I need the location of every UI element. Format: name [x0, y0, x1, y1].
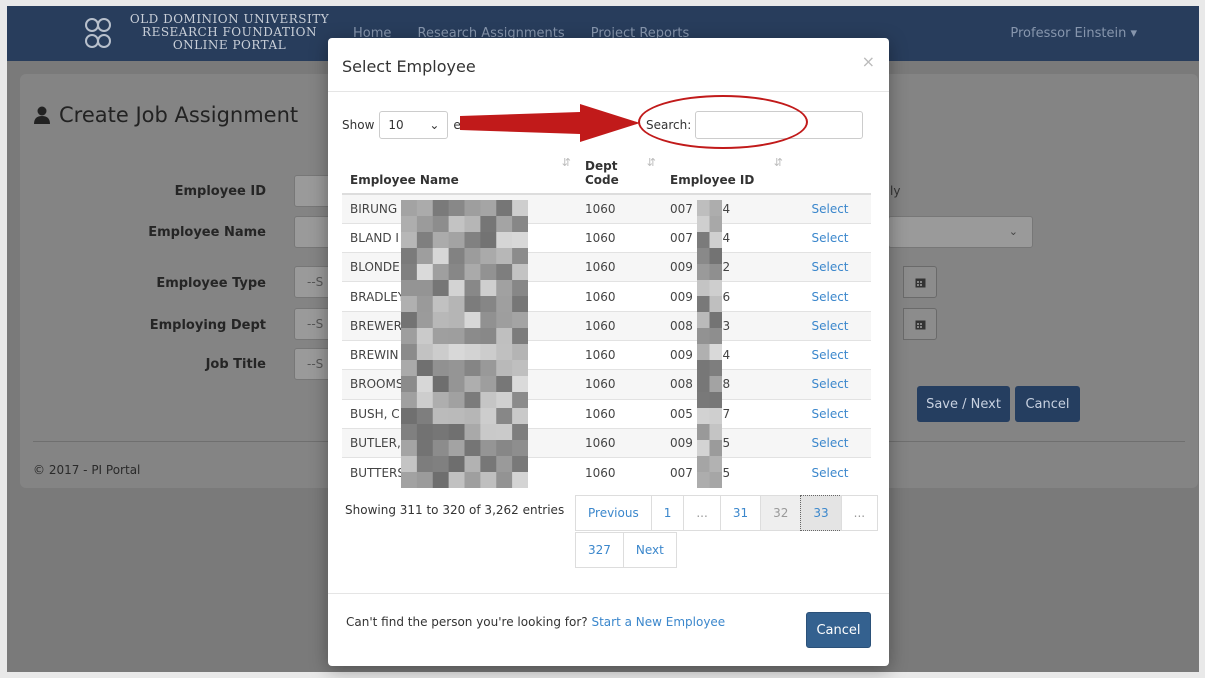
logo-mark-icon [85, 18, 111, 48]
dept-code-cell: 1060 [577, 457, 662, 487]
user-icon [34, 106, 50, 124]
employee-id-cell: 007 55 [662, 457, 789, 487]
calendar-icon [915, 278, 925, 287]
close-icon[interactable]: × [862, 52, 875, 71]
redacted-ids [697, 200, 722, 488]
sort-asc-icon: ⇵ [646, 156, 656, 169]
select-link[interactable]: Select [789, 281, 871, 312]
col-action [789, 148, 871, 195]
page-33[interactable]: 33 [800, 495, 842, 531]
page-length-control: Show 10 ⌄ ent [342, 111, 473, 139]
employee-id-cell: 005 07 [662, 398, 789, 429]
user-menu[interactable]: Professor Einstein ▾ [1010, 26, 1137, 41]
select-link[interactable]: Select [789, 193, 871, 224]
annotation-circle [638, 95, 808, 149]
employee-id-cell: 009 25 [662, 427, 789, 458]
select-link[interactable]: Select [789, 398, 871, 429]
employee-type-label: Employee Type [156, 276, 266, 291]
dept-code-cell: 1060 [577, 252, 662, 282]
select-link[interactable]: Select [789, 222, 871, 253]
calendar-icon [915, 320, 925, 329]
dept-code-cell: 1060 [577, 398, 662, 429]
dept-code-cell: 1060 [577, 427, 662, 458]
dept-code-cell: 1060 [577, 369, 662, 400]
dept-code-cell: 1060 [577, 310, 662, 341]
modal-footer-divider [328, 593, 889, 594]
employee-id-cell: 009 64 [662, 339, 789, 370]
right-field-text: ly [890, 184, 901, 198]
pagination-previous[interactable]: Previous [575, 495, 652, 531]
sort-icon: ⇵ [773, 156, 783, 169]
right-select[interactable]: ⌄ [888, 216, 1033, 248]
select-link[interactable]: Select [789, 427, 871, 458]
col-dept-code[interactable]: Dept Code ⇵ [577, 148, 662, 195]
col-employee-id[interactable]: Employee ID ⇵ [662, 148, 789, 195]
dept-code-cell: 1060 [577, 281, 662, 312]
col-employee-name[interactable]: Employee Name ⇵ [342, 148, 577, 195]
page-ellipsis: ... [840, 495, 879, 531]
modal-title: Select Employee [342, 57, 476, 76]
dept-code-cell: 1060 [577, 222, 662, 253]
employing-dept-label: Employing Dept [149, 318, 266, 333]
save-next-button[interactable]: Save / Next [917, 386, 1010, 422]
dept-code-cell: 1060 [577, 339, 662, 370]
employee-id-label: Employee ID [174, 184, 266, 199]
employee-id-cell: 008 83 [662, 310, 789, 341]
page-32[interactable]: 32 [760, 495, 802, 531]
page-1[interactable]: 1 [650, 495, 685, 531]
employee-id-cell: 007 84 [662, 193, 789, 224]
footer-copyright: © 2017 - PI Portal [33, 463, 141, 477]
select-link[interactable]: Select [789, 339, 871, 370]
page-31[interactable]: 31 [719, 495, 762, 531]
page-title: Create Job Assignment [33, 103, 298, 127]
employee-id-cell: 007 54 [662, 222, 789, 253]
start-new-employee-link[interactable]: Start a New Employee [591, 615, 725, 629]
background-cancel-button[interactable]: Cancel [1015, 386, 1080, 422]
page-ellipsis: ... [683, 495, 721, 531]
select-link[interactable]: Select [789, 310, 871, 341]
pagination-next[interactable]: Next [622, 532, 677, 568]
select-link[interactable]: Select [789, 369, 871, 400]
page-length-value: 10 [388, 118, 404, 132]
show-label: Show [342, 118, 375, 132]
end-date-calendar-button[interactable] [903, 308, 937, 340]
odu-logo[interactable]: OLD DOMINION UNIVERSITY RESEARCH FOUNDAT… [82, 13, 352, 57]
redacted-names [401, 200, 528, 488]
select-link[interactable]: Select [789, 252, 871, 282]
pagination-row-1: Previous 1 ... 31 32 33 ... [575, 495, 879, 531]
employee-name-label: Employee Name [148, 225, 266, 240]
chevron-down-icon: ⌄ [429, 118, 440, 132]
footer-question: Can't find the person you're looking for… [346, 615, 588, 629]
modal-header: Select Employee × [328, 38, 889, 92]
dept-code-cell: 1060 [577, 193, 662, 224]
job-title-label: Job Title [205, 357, 266, 372]
page-title-text: Create Job Assignment [59, 103, 299, 127]
employee-id-cell: 009 36 [662, 281, 789, 312]
select-link[interactable]: Select [789, 457, 871, 487]
table-info: Showing 311 to 320 of 3,262 entries [345, 503, 565, 517]
sort-icon: ⇵ [561, 156, 571, 169]
select-employee-modal: Select Employee × Show 10 ⌄ ent Search: … [328, 38, 889, 666]
employee-id-cell: 009 52 [662, 252, 789, 282]
page-327[interactable]: 327 [575, 532, 624, 568]
annotation-arrow-icon [460, 104, 640, 142]
cancel-button[interactable]: Cancel [806, 612, 871, 648]
page-length-select[interactable]: 10 ⌄ [379, 111, 449, 139]
start-date-calendar-button[interactable] [903, 266, 937, 298]
employee-id-cell: 008 68 [662, 369, 789, 400]
chevron-down-icon: ⌄ [1008, 225, 1018, 238]
logo-text: OLD DOMINION UNIVERSITY RESEARCH FOUNDAT… [129, 12, 330, 52]
pagination-row-2: 327 Next [575, 532, 677, 568]
modal-footer-text: Can't find the person you're looking for… [346, 615, 725, 629]
